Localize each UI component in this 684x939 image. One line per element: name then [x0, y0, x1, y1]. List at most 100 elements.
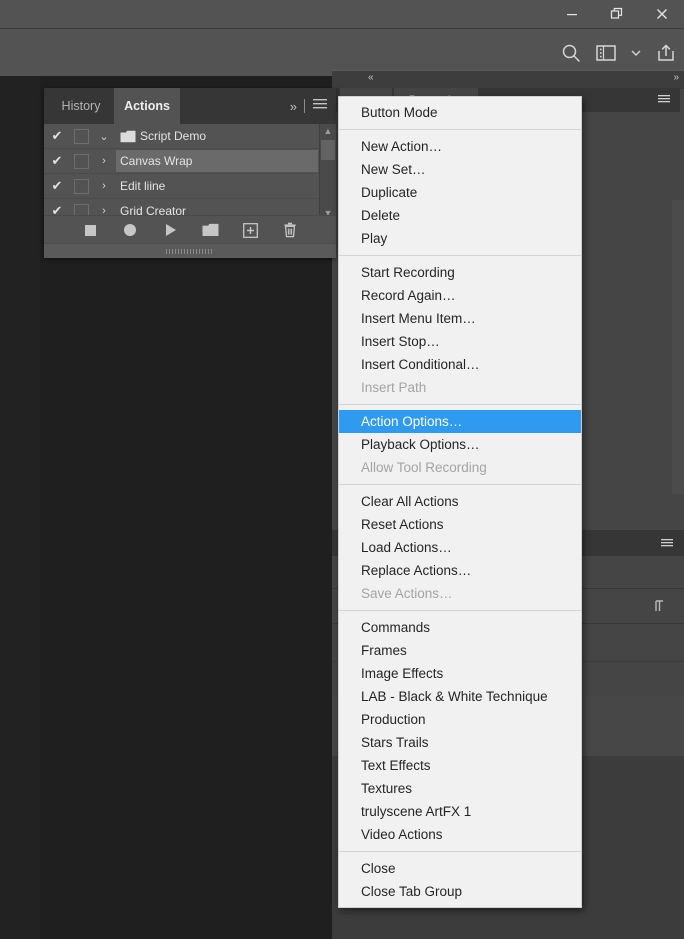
- search-button[interactable]: [560, 42, 582, 64]
- menu-item-close-tab-group[interactable]: Close Tab Group: [339, 880, 581, 903]
- action-dialog-toggle[interactable]: [70, 128, 92, 144]
- expand-twisty-icon[interactable]: ›: [92, 155, 116, 167]
- lock-transparency-icon: [655, 600, 663, 611]
- menu-item-button-mode[interactable]: Button Mode: [339, 101, 581, 124]
- menu-item-insert-stop[interactable]: Insert Stop…: [339, 330, 581, 353]
- menu-item-commands[interactable]: Commands: [339, 616, 581, 639]
- menu-separator: [339, 404, 581, 405]
- action-enabled-checkmark[interactable]: ✔: [44, 178, 70, 194]
- action-label: Edit liine: [120, 179, 166, 193]
- restore-button[interactable]: [594, 0, 639, 28]
- appbar-icon-group: [560, 29, 676, 76]
- play-icon: [165, 224, 176, 236]
- tool-divider: [304, 99, 305, 113]
- tab-history[interactable]: History: [48, 88, 114, 124]
- lock-transparency-button[interactable]: [654, 598, 668, 614]
- menu-separator: [339, 129, 581, 130]
- window-controls: [549, 0, 684, 28]
- new-action-icon: [242, 222, 258, 238]
- actions-tree[interactable]: ✔ ⌄ Script Demo ✔ › Canvas Wrap ✔ › Edit…: [44, 124, 336, 220]
- new-action-button[interactable]: [240, 220, 260, 240]
- menu-item-text-effects[interactable]: Text Effects: [339, 754, 581, 777]
- menu-item-trulyscene-artfx-1[interactable]: trulyscene ArtFX 1: [339, 800, 581, 823]
- close-icon: [656, 9, 667, 19]
- menu-item-frames[interactable]: Frames: [339, 639, 581, 662]
- menu-item-clear-all-actions[interactable]: Clear All Actions: [339, 490, 581, 513]
- folder-glyph: [120, 130, 136, 142]
- action-set-label: Script Demo: [140, 129, 207, 143]
- menu-item-production[interactable]: Production: [339, 708, 581, 731]
- menu-item-duplicate[interactable]: Duplicate: [339, 181, 581, 204]
- menu-item-new-action[interactable]: New Action…: [339, 135, 581, 158]
- action-enabled-checkmark[interactable]: ✔: [44, 153, 70, 169]
- menu-separator: [339, 255, 581, 256]
- layers-panel-menu-button[interactable]: [659, 536, 675, 550]
- stop-button[interactable]: [80, 220, 100, 240]
- restore-icon: [610, 7, 622, 19]
- menu-item-start-recording[interactable]: Start Recording: [339, 261, 581, 284]
- menu-item-playback-options[interactable]: Playback Options…: [339, 433, 581, 456]
- scroll-up-icon[interactable]: ▲: [320, 124, 336, 138]
- properties-content-block: [672, 200, 684, 494]
- menu-item-allow-tool-recording: Allow Tool Recording: [361, 460, 487, 475]
- record-button[interactable]: [120, 220, 140, 240]
- menu-item-insert-conditional[interactable]: Insert Conditional…: [339, 353, 581, 376]
- close-button[interactable]: [639, 0, 684, 28]
- minimize-button[interactable]: [549, 0, 594, 28]
- properties-panel-menu-button[interactable]: [656, 92, 672, 108]
- expand-twisty-icon[interactable]: ›: [92, 180, 116, 192]
- menu-item-lab-black-white-technique[interactable]: LAB - Black & White Technique: [339, 685, 581, 708]
- collapse-double-chevron-icon[interactable]: »: [290, 99, 297, 114]
- menu-item-play[interactable]: Play: [339, 227, 581, 250]
- menu-item-image-effects[interactable]: Image Effects: [339, 662, 581, 685]
- window-titlebar: [0, 0, 684, 29]
- menu-item-record-again[interactable]: Record Again…: [339, 284, 581, 307]
- menu-item-textures[interactable]: Textures: [339, 777, 581, 800]
- action-dialog-toggle[interactable]: [70, 178, 92, 194]
- menu-item-delete[interactable]: Delete: [339, 204, 581, 227]
- menu-separator: [339, 610, 581, 611]
- tab-actions[interactable]: Actions: [114, 88, 180, 124]
- scrollbar-thumb[interactable]: [321, 140, 335, 160]
- menu-item-load-actions[interactable]: Load Actions…: [339, 536, 581, 559]
- collapse-left-icon[interactable]: «: [368, 72, 373, 83]
- panel-resize-grip[interactable]: [44, 243, 336, 258]
- action-row[interactable]: ✔ › Edit liine: [44, 174, 336, 199]
- new-set-button[interactable]: [200, 220, 220, 240]
- actions-tab-tools: »: [290, 97, 328, 115]
- action-enabled-checkmark[interactable]: ✔: [44, 128, 70, 144]
- folder-icon: [116, 130, 140, 143]
- workspace-dropdown-button[interactable]: [630, 48, 642, 58]
- hamburger-icon: [658, 95, 670, 103]
- grip-dots: [166, 248, 214, 254]
- hamburger-icon: [313, 99, 327, 109]
- menu-item-stars-trails[interactable]: Stars Trails: [339, 731, 581, 754]
- menu-item-action-options[interactable]: Action Options…: [339, 410, 581, 433]
- actions-footer-toolbar: [44, 215, 336, 244]
- workspace-switcher-button[interactable]: [596, 44, 616, 62]
- delete-button[interactable]: [280, 220, 300, 240]
- play-button[interactable]: [160, 220, 180, 240]
- menu-item-reset-actions[interactable]: Reset Actions: [339, 513, 581, 536]
- chevron-down-icon: [631, 50, 641, 56]
- action-set-row[interactable]: ✔ ⌄ Script Demo: [44, 124, 336, 149]
- dock-collapse-bar[interactable]: « »: [332, 70, 684, 89]
- menu-item-insert-menu-item[interactable]: Insert Menu Item…: [339, 307, 581, 330]
- expand-twisty-icon[interactable]: ⌄: [92, 130, 116, 143]
- action-dialog-toggle[interactable]: [70, 153, 92, 169]
- action-row[interactable]: ✔ › Canvas Wrap: [44, 149, 336, 174]
- minimize-icon: [566, 14, 577, 16]
- menu-item-new-set[interactable]: New Set…: [339, 158, 581, 181]
- menu-item-replace-actions[interactable]: Replace Actions…: [339, 559, 581, 582]
- menu-item-close[interactable]: Close: [339, 857, 581, 880]
- actions-scrollbar[interactable]: ▲ ▼: [319, 124, 336, 220]
- menu-item-insert-path: Insert Path: [361, 380, 427, 395]
- share-button[interactable]: [656, 43, 676, 63]
- hamburger-icon: [661, 539, 673, 547]
- menu-item-video-actions[interactable]: Video Actions: [339, 823, 581, 846]
- actions-panel: History Actions » ✔ ⌄ Script Demo ✔ › Ca…: [44, 88, 336, 258]
- workspace-icon: [596, 44, 616, 61]
- collapse-right-icon[interactable]: »: [673, 72, 678, 83]
- actions-panel-menu-button[interactable]: [312, 97, 328, 115]
- actions-panel-context-menu[interactable]: Button Mode New Action… New Set… Duplicate D…: [338, 96, 582, 908]
